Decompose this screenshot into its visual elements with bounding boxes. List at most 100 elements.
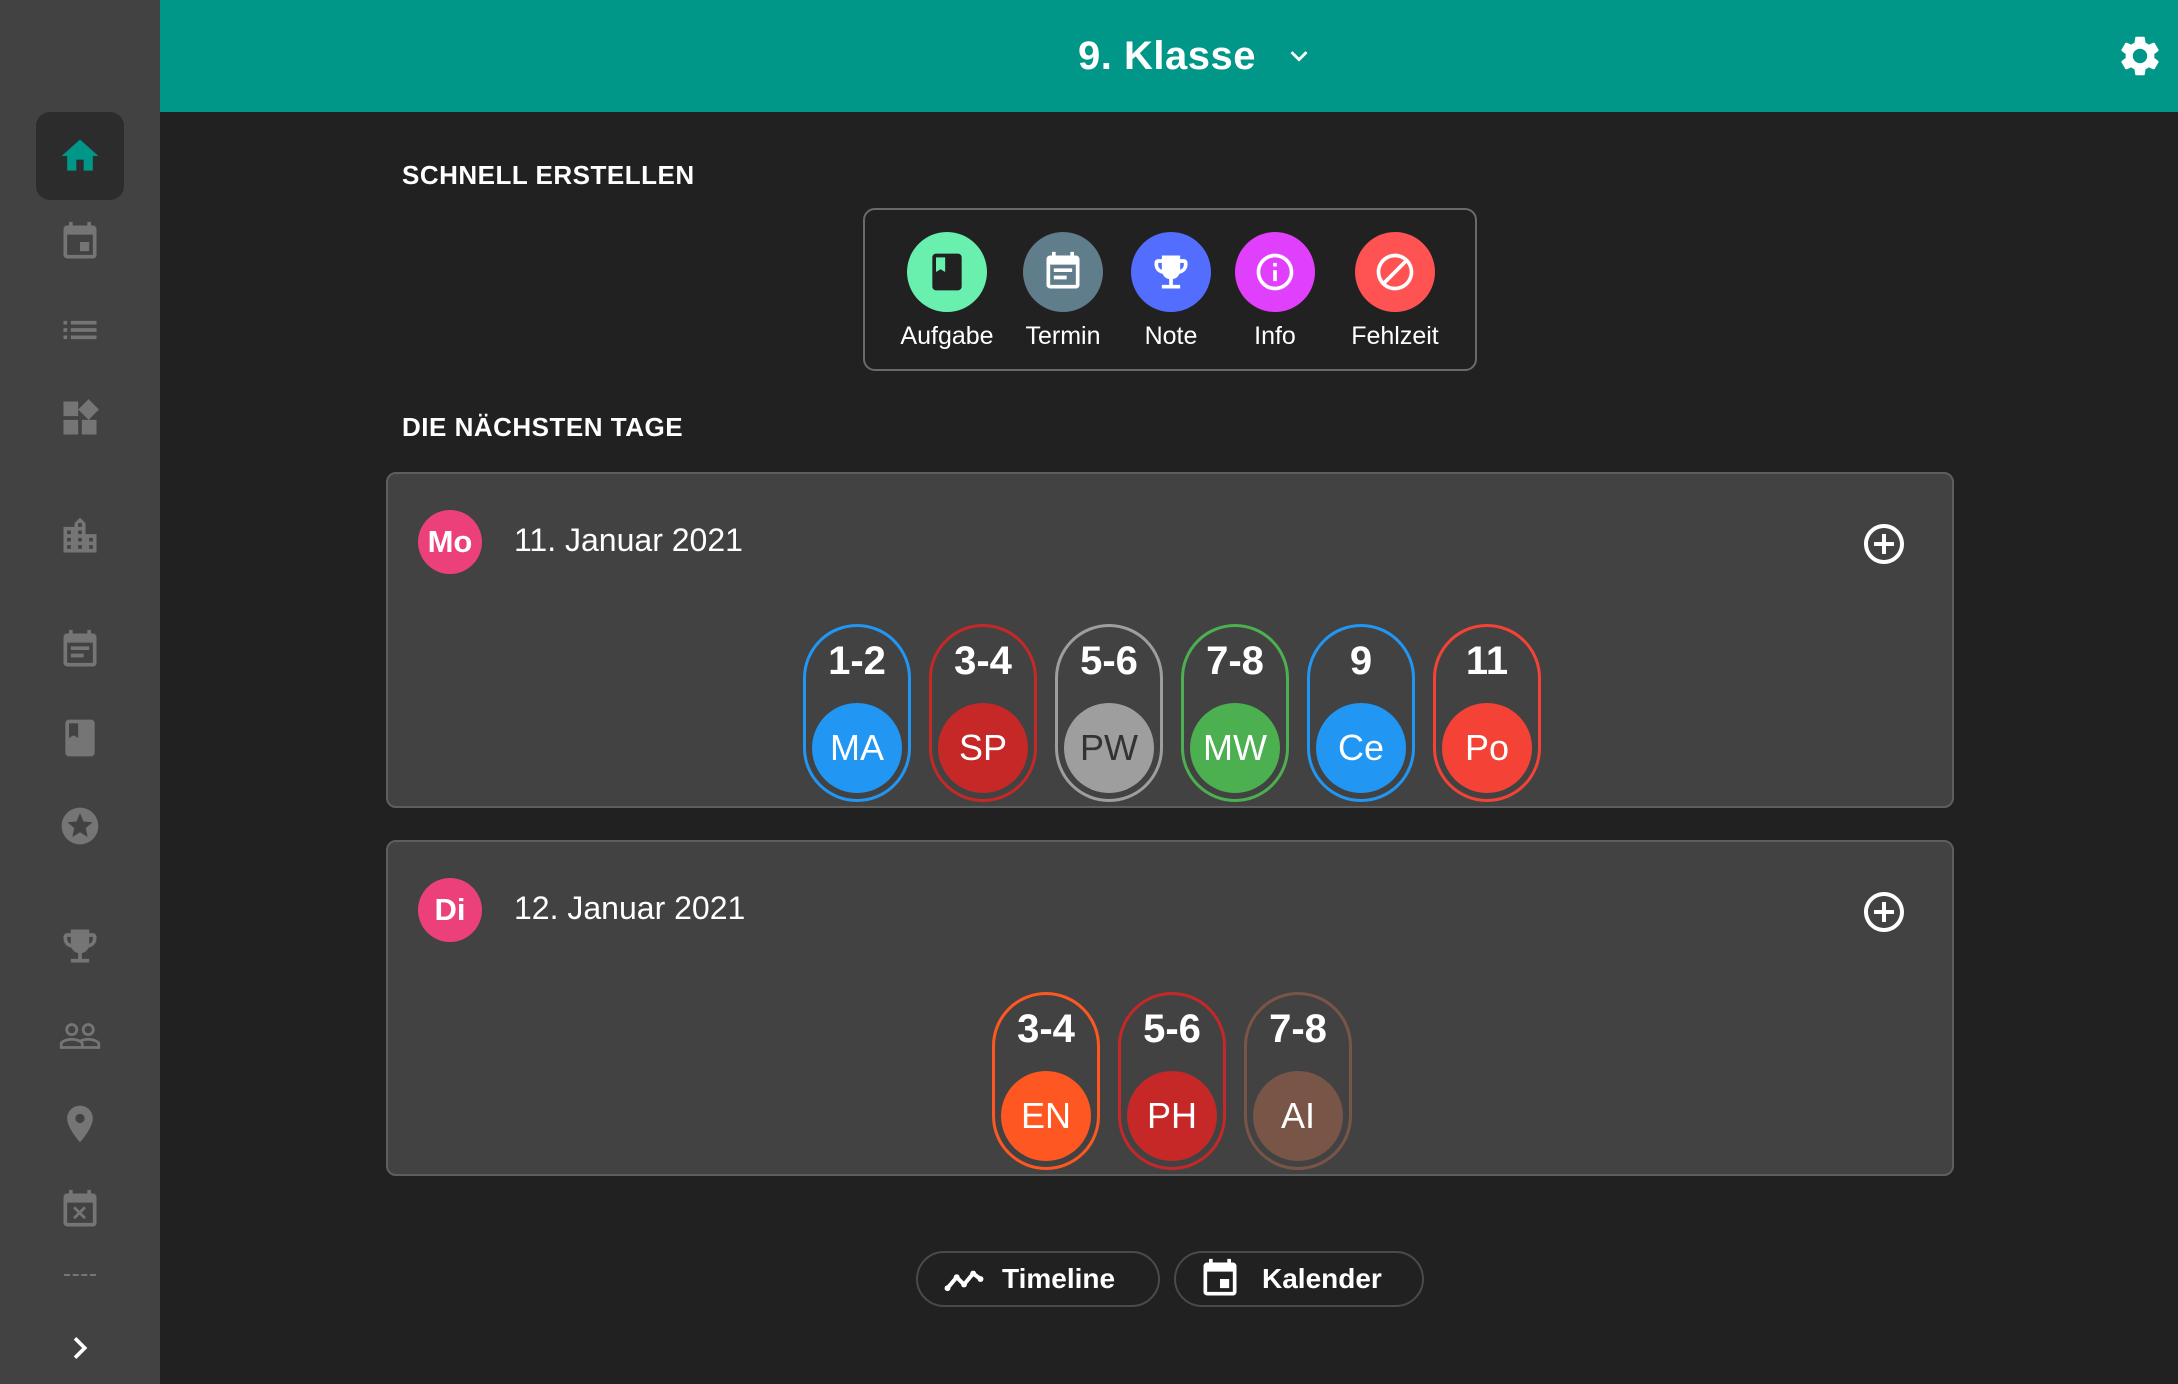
calendar-label: Kalender [1262,1263,1382,1294]
sidebar-item-people[interactable] [36,992,124,1080]
sidebar-item-calendar-x[interactable] [36,1166,124,1254]
trophy-icon [63,929,97,963]
sidebar-item-widgets[interactable] [36,374,124,462]
quick-create-note[interactable]: Note [1129,232,1213,351]
location-icon [67,1105,93,1143]
lesson-subject: PW [1064,703,1154,793]
info-icon [1256,253,1294,291]
lesson-period: 11 [1465,639,1509,683]
lesson-list: 3-4 EN 5-6 PH 7-8 AI [388,992,1952,1172]
sidebar-item-star[interactable] [36,782,124,870]
timeline-button[interactable]: Timeline [916,1251,1160,1307]
day-badge: Di [418,878,482,942]
lesson-period: 7-8 [1269,1007,1327,1051]
timeline-icon [944,1270,984,1292]
lesson-list: 1-2 MA 3-4 SP 5-6 PW 7-8 MW 9 Ce 11 Po [388,624,1952,804]
lesson-period: 7-8 [1206,639,1264,683]
lesson-period: 1-2 [828,639,886,683]
event-note-icon [63,629,97,667]
book-icon [932,253,962,291]
trophy-icon [1154,255,1188,289]
day-badge: Mo [418,510,482,574]
lesson-chip[interactable]: 7-8 AI [1244,992,1352,1170]
quick-create-label: Note [1144,322,1198,350]
lesson-subject: AI [1253,1071,1343,1161]
quick-create-aufgabe[interactable]: Aufgabe [899,232,995,351]
event-note-icon [1046,251,1080,289]
add-circle-icon[interactable] [1860,520,1908,568]
sidebar-item-trophy[interactable] [36,902,124,990]
quick-create-termin[interactable]: Termin [1021,232,1105,351]
lesson-chip[interactable]: 3-4 SP [929,624,1037,802]
calendar-x-icon [63,1189,97,1227]
book-icon [65,719,95,757]
sidebar-item-event-note[interactable] [36,606,124,694]
quick-create-label: Fehlzeit [1351,322,1439,350]
lesson-period: 3-4 [954,639,1012,683]
day-date: 11. Januar 2021 [514,522,743,558]
sidebar-item-home[interactable] [36,112,124,200]
add-circle-icon[interactable] [1860,888,1908,936]
termin-icon-circle [1023,232,1103,312]
lesson-subject: SP [938,703,1028,793]
lesson-period: 9 [1349,639,1373,683]
lesson-subject: PH [1127,1071,1217,1161]
lesson-chip[interactable]: 5-6 PW [1055,624,1163,802]
lesson-subject: EN [1001,1071,1091,1161]
upcoming-days-heading: DIE NÄCHSTEN TAGE [402,412,684,442]
block-icon [1376,253,1414,291]
lesson-chip[interactable]: 7-8 MW [1181,624,1289,802]
lesson-subject: MA [812,703,902,793]
sidebar-item-location[interactable] [36,1080,124,1168]
lesson-period: 5-6 [1143,1007,1201,1051]
timeline-label: Timeline [1002,1263,1116,1294]
class-selector[interactable]: 9. Klasse [1078,26,1316,86]
note-icon-circle [1131,232,1211,312]
quick-create-label: Termin [1025,322,1101,350]
app-root: 9. Klasse SCHNELL ERSTELLEN Aufgabe Term… [0,0,2178,1384]
lesson-chip[interactable]: 5-6 PH [1118,992,1226,1170]
quick-create-panel: Aufgabe Termin Note Info Fehlzeit [863,208,1477,371]
day-date: 12. Januar 2021 [514,890,746,926]
lesson-period: 5-6 [1080,639,1138,683]
lesson-chip[interactable]: 11 Po [1433,624,1541,802]
top-app-bar: 9. Klasse [160,0,2178,112]
people-icon [59,1023,101,1049]
home-icon [61,139,99,171]
lesson-chip[interactable]: 3-4 EN [992,992,1100,1170]
lesson-subject: MW [1190,703,1280,793]
sidebar-item-book[interactable] [36,694,124,782]
day-card-tuesday: Di 12. Januar 2021 3-4 EN 5-6 PH 7-8 AI [386,840,1954,1176]
sidebar-expand-button[interactable] [36,1310,124,1384]
info-icon-circle [1235,232,1315,312]
sidebar [0,0,160,1384]
sidebar-item-calendar-event[interactable] [36,198,124,286]
lesson-subject: Po [1442,703,1532,793]
chevron-right-icon [73,1337,88,1359]
quick-create-label: Info [1254,322,1296,350]
quick-create-label: Aufgabe [900,322,994,350]
settings-gear-icon[interactable] [2116,32,2164,80]
sidebar-scroll-hint [64,1274,96,1278]
quick-create-heading: SCHNELL ERSTELLEN [402,160,695,190]
lesson-chip[interactable]: 1-2 MA [803,624,911,802]
calendar-event-icon [63,221,97,259]
lesson-subject: Ce [1316,703,1406,793]
aufgabe-icon-circle [907,232,987,312]
quick-create-info[interactable]: Info [1233,232,1317,351]
fehlzeit-icon-circle [1355,232,1435,312]
day-card-monday: Mo 11. Januar 2021 1-2 MA 3-4 SP 5-6 PW … [386,472,1954,808]
chevron-down-icon [1290,51,1308,62]
class-title: 9. Klasse [1078,33,1256,78]
quick-create-fehlzeit[interactable]: Fehlzeit [1347,232,1443,351]
lesson-period: 3-4 [1017,1007,1075,1051]
calendar-button[interactable]: Kalender [1174,1251,1424,1307]
sidebar-item-building[interactable] [36,492,124,580]
widgets-icon [63,399,99,435]
building-icon [63,517,97,553]
sidebar-item-list[interactable] [36,286,124,374]
list-icon [63,320,97,340]
lesson-chip[interactable]: 9 Ce [1307,624,1415,802]
calendar-event-icon [1203,1258,1237,1296]
star-icon [61,807,99,845]
